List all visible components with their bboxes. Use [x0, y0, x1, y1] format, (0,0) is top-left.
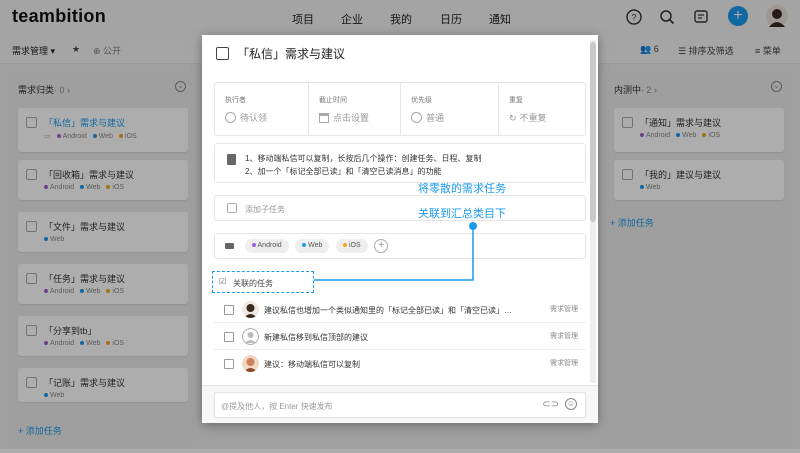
related-tasks-label[interactable]: ☑ 关联的任务: [212, 271, 314, 293]
related-task-row[interactable]: 建议：移动端私信可以复制 需求管理: [214, 351, 586, 377]
annotation-line-2: 关联到汇总类目下: [418, 208, 506, 220]
checkbox[interactable]: [224, 305, 234, 315]
attach-icon[interactable]: ⊂⊃: [542, 399, 559, 410]
avatar: [242, 355, 259, 372]
subtask-checkbox: [227, 203, 237, 213]
emoji-icon[interactable]: ☺: [565, 398, 577, 410]
comment-input[interactable]: @提及他人，按 Enter 快速发布 ⊂⊃ ☺: [214, 392, 586, 418]
task-title[interactable]: 「私信」需求与建议: [216, 45, 345, 62]
avatar-placeholder-icon: [225, 112, 236, 123]
annotation-connector: [314, 222, 477, 281]
checkbox[interactable]: [224, 332, 234, 342]
related-icon: ☑: [219, 277, 227, 286]
annotation-line-1: 将零散的需求任务: [418, 183, 506, 195]
task-description[interactable]: 1、移动端私信可以复制，长按后几个操作：创建任务、日程、复制 2、加一个「标记全…: [214, 143, 586, 183]
calendar-icon: [319, 113, 329, 123]
comment-bar: @提及他人，按 Enter 快速发布 ⊂⊃ ☺: [202, 385, 598, 423]
field-repeat[interactable]: 重复 ↻ 不重复: [499, 83, 587, 135]
add-subtask-row[interactable]: 添加子任务: [214, 195, 586, 221]
tag-android[interactable]: Android: [244, 239, 289, 253]
field-due-date[interactable]: 截止时间 点击设置: [309, 83, 401, 135]
checkbox[interactable]: [224, 359, 234, 369]
priority-icon: [411, 112, 422, 123]
task-fields: 执行者 待认领 截止时间 点击设置 优先级 普通 重复 ↻ 不重复: [214, 82, 586, 136]
avatar: [242, 301, 259, 318]
related-task-row[interactable]: 新建私信移到私信顶部的建议 需求管理: [214, 324, 586, 350]
repeat-icon: ↻: [509, 113, 517, 123]
field-assignee[interactable]: 执行者 待认领: [215, 83, 309, 135]
tag-icon: [225, 243, 234, 249]
field-priority[interactable]: 优先级 普通: [401, 83, 499, 135]
related-task-row[interactable]: 建议私信也增加一个类似通知里的「标记全部已读」和「清空已读」… 需求管理: [214, 297, 586, 323]
document-icon: [227, 154, 236, 165]
modal-scrollbar-thumb[interactable]: [590, 42, 596, 222]
task-checkbox[interactable]: [216, 47, 229, 60]
avatar: [242, 328, 259, 345]
